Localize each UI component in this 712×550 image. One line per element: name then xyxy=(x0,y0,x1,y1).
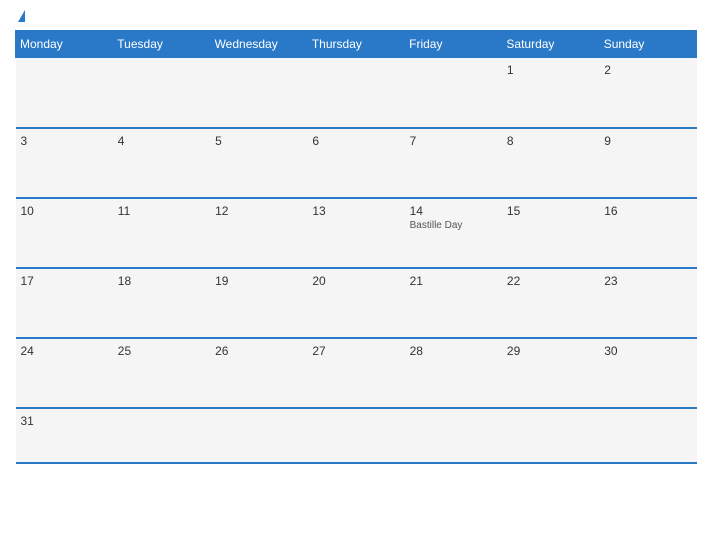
weekday-header-monday: Monday xyxy=(16,31,113,58)
day-number: 24 xyxy=(21,344,108,358)
calendar-day-cell: 10 xyxy=(16,198,113,268)
calendar-day-cell: 24 xyxy=(16,338,113,408)
weekday-header-sunday: Sunday xyxy=(599,31,696,58)
calendar-week-row: 3456789 xyxy=(16,128,697,198)
day-number: 28 xyxy=(410,344,497,358)
calendar-header xyxy=(15,10,697,22)
calendar-day-cell: 3 xyxy=(16,128,113,198)
weekday-header-wednesday: Wednesday xyxy=(210,31,307,58)
day-number: 19 xyxy=(215,274,302,288)
day-number: 14 xyxy=(410,204,497,218)
calendar-day-cell: 9 xyxy=(599,128,696,198)
calendar-day-cell: 2 xyxy=(599,58,696,128)
calendar-day-cell: 12 xyxy=(210,198,307,268)
day-number: 21 xyxy=(410,274,497,288)
calendar-day-cell xyxy=(113,58,210,128)
day-number: 17 xyxy=(21,274,108,288)
calendar-day-cell: 25 xyxy=(113,338,210,408)
calendar-week-row: 12 xyxy=(16,58,697,128)
day-number: 23 xyxy=(604,274,691,288)
weekday-header-row: MondayTuesdayWednesdayThursdayFridaySatu… xyxy=(16,31,697,58)
calendar-day-cell xyxy=(405,408,502,463)
calendar-day-cell: 5 xyxy=(210,128,307,198)
calendar-day-cell: 15 xyxy=(502,198,599,268)
calendar-day-cell: 4 xyxy=(113,128,210,198)
calendar-day-cell: 30 xyxy=(599,338,696,408)
calendar-day-cell xyxy=(599,408,696,463)
weekday-header-thursday: Thursday xyxy=(307,31,404,58)
calendar-day-cell: 31 xyxy=(16,408,113,463)
calendar-container: MondayTuesdayWednesdayThursdayFridaySatu… xyxy=(0,0,712,550)
calendar-week-row: 17 18 19 20 21 22 23 xyxy=(16,268,697,338)
calendar-day-cell: 18 xyxy=(113,268,210,338)
calendar-day-cell: 21 xyxy=(405,268,502,338)
calendar-day-cell xyxy=(307,408,404,463)
calendar-day-cell: 29 xyxy=(502,338,599,408)
calendar-day-cell xyxy=(113,408,210,463)
day-number: 31 xyxy=(21,414,108,428)
weekday-header-tuesday: Tuesday xyxy=(113,31,210,58)
day-number: 20 xyxy=(312,274,399,288)
day-number: 11 xyxy=(118,204,205,218)
day-number: 22 xyxy=(507,274,594,288)
day-number: 30 xyxy=(604,344,691,358)
calendar-week-row: 24 25 26 27 28 29 30 xyxy=(16,338,697,408)
day-number: 25 xyxy=(118,344,205,358)
day-number: 10 xyxy=(21,204,108,218)
calendar-day-cell: 28 xyxy=(405,338,502,408)
day-number: 9 xyxy=(604,134,691,148)
day-number: 1 xyxy=(507,63,594,77)
day-number: 3 xyxy=(21,134,108,148)
calendar-table: MondayTuesdayWednesdayThursdayFridaySatu… xyxy=(15,30,697,464)
day-number: 26 xyxy=(215,344,302,358)
calendar-week-row: 31 xyxy=(16,408,697,463)
calendar-day-cell: 27 xyxy=(307,338,404,408)
weekday-header-saturday: Saturday xyxy=(502,31,599,58)
day-number: 6 xyxy=(312,134,399,148)
calendar-week-row: 10 11 12 13 14 Bastille Day 15 16 xyxy=(16,198,697,268)
calendar-day-cell xyxy=(210,408,307,463)
weekday-header-friday: Friday xyxy=(405,31,502,58)
calendar-day-cell: 7 xyxy=(405,128,502,198)
day-number: 29 xyxy=(507,344,594,358)
day-number: 15 xyxy=(507,204,594,218)
logo-triangle-icon xyxy=(18,10,25,22)
calendar-day-cell: 17 xyxy=(16,268,113,338)
calendar-day-cell: 13 xyxy=(307,198,404,268)
calendar-day-cell: 16 xyxy=(599,198,696,268)
day-number: 27 xyxy=(312,344,399,358)
logo xyxy=(15,10,25,22)
calendar-day-cell: 1 xyxy=(502,58,599,128)
calendar-day-cell: 20 xyxy=(307,268,404,338)
day-number: 2 xyxy=(604,63,691,77)
calendar-day-cell xyxy=(405,58,502,128)
calendar-day-cell xyxy=(502,408,599,463)
day-number: 16 xyxy=(604,204,691,218)
day-number: 8 xyxy=(507,134,594,148)
calendar-day-cell: 8 xyxy=(502,128,599,198)
day-number: 4 xyxy=(118,134,205,148)
day-number: 7 xyxy=(410,134,497,148)
calendar-day-cell: 23 xyxy=(599,268,696,338)
calendar-day-cell xyxy=(210,58,307,128)
calendar-day-cell: 14 Bastille Day xyxy=(405,198,502,268)
calendar-day-cell: 19 xyxy=(210,268,307,338)
day-number: 12 xyxy=(215,204,302,218)
calendar-day-cell xyxy=(16,58,113,128)
calendar-day-cell: 22 xyxy=(502,268,599,338)
day-number: 18 xyxy=(118,274,205,288)
calendar-day-cell: 6 xyxy=(307,128,404,198)
calendar-day-cell xyxy=(307,58,404,128)
day-number: 13 xyxy=(312,204,399,218)
event-label: Bastille Day xyxy=(410,220,497,231)
calendar-day-cell: 26 xyxy=(210,338,307,408)
day-number: 5 xyxy=(215,134,302,148)
calendar-day-cell: 11 xyxy=(113,198,210,268)
